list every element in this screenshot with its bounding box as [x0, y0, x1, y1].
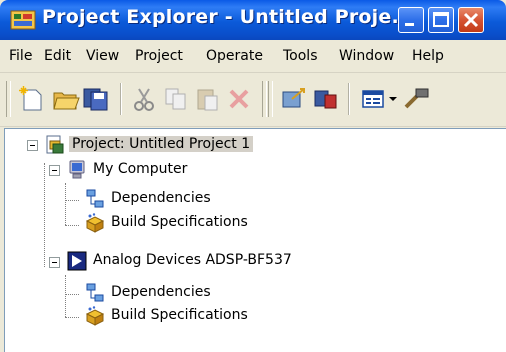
- project-explorer-window: Project Explorer - Untitled Proje... Fil…: [0, 0, 506, 352]
- maximize-button[interactable]: [428, 7, 454, 33]
- toolbar-separator: [120, 83, 121, 115]
- tree-item-my-computer[interactable]: My Computer: [93, 161, 187, 177]
- project-tree[interactable]: Project: Untitled Project 1 My Computer …: [4, 128, 506, 352]
- dependencies-icon: [86, 189, 104, 208]
- build-specifications-icon: [85, 306, 105, 326]
- cut-icon[interactable]: [130, 85, 158, 113]
- menu-bar: File Edit View Project Operate Tools Win…: [0, 40, 506, 73]
- toolbar: [0, 73, 506, 127]
- tree-connector: [65, 275, 66, 317]
- build-icon[interactable]: [280, 85, 308, 113]
- close-button[interactable]: [458, 7, 484, 33]
- chevron-down-icon[interactable]: [388, 95, 398, 103]
- menu-edit[interactable]: Edit: [44, 48, 71, 64]
- menu-view[interactable]: View: [86, 48, 119, 64]
- tree-item-analog-devices-target[interactable]: Analog Devices ADSP-BF537: [93, 252, 292, 268]
- menu-window[interactable]: Window: [339, 48, 394, 64]
- menu-file[interactable]: File: [9, 48, 32, 64]
- copy-icon[interactable]: [162, 85, 190, 113]
- toolbar-separator: [348, 83, 349, 115]
- save-all-icon[interactable]: [82, 85, 110, 113]
- tree-item-target-dependencies[interactable]: Dependencies: [111, 284, 211, 300]
- tree-connector: [65, 317, 79, 318]
- tree-connector: [65, 225, 79, 226]
- tree-item-project[interactable]: Project: Untitled Project 1: [69, 136, 254, 152]
- toolbar-grip[interactable]: [6, 81, 11, 117]
- tree-connector: [65, 200, 79, 201]
- open-icon[interactable]: [52, 85, 80, 113]
- my-computer-collapse-toggle[interactable]: [49, 165, 60, 176]
- project-explorer-app-icon: [10, 10, 36, 30]
- minimize-button[interactable]: [398, 7, 424, 33]
- title-bar[interactable]: Project Explorer - Untitled Proje...: [0, 0, 506, 40]
- menu-project[interactable]: Project: [135, 48, 183, 64]
- tree-item-build-specifications[interactable]: Build Specifications: [111, 214, 248, 230]
- tools-icon[interactable]: [402, 85, 430, 113]
- target-collapse-toggle[interactable]: [49, 257, 60, 268]
- menu-operate[interactable]: Operate: [206, 48, 263, 64]
- target-device-icon: [67, 251, 87, 271]
- maximize-icon: [433, 12, 449, 27]
- window-title: Project Explorer - Untitled Proje...: [42, 6, 414, 28]
- build-specifications-icon: [85, 213, 105, 233]
- minimize-icon: [405, 23, 414, 26]
- tree-item-dependencies[interactable]: Dependencies: [111, 190, 211, 206]
- tree-item-target-build-specifications[interactable]: Build Specifications: [111, 307, 248, 323]
- tree-connector: [65, 183, 66, 225]
- new-icon[interactable]: [18, 85, 46, 113]
- computer-icon: [69, 160, 85, 179]
- project-file-icon: [46, 135, 64, 154]
- close-icon: [463, 12, 479, 28]
- dependencies-icon: [86, 283, 104, 302]
- toolbar-grip[interactable]: [262, 81, 267, 117]
- tree-connector: [65, 294, 79, 295]
- toolbar-grip[interactable]: [268, 81, 273, 117]
- delete-icon[interactable]: [225, 85, 253, 113]
- menu-tools[interactable]: Tools: [283, 48, 318, 64]
- project-collapse-toggle[interactable]: [27, 140, 38, 151]
- view-icon[interactable]: [360, 85, 388, 113]
- tree-connector: [44, 163, 45, 267]
- paste-icon[interactable]: [193, 85, 221, 113]
- deploy-icon[interactable]: [312, 85, 340, 113]
- menu-help[interactable]: Help: [412, 48, 444, 64]
